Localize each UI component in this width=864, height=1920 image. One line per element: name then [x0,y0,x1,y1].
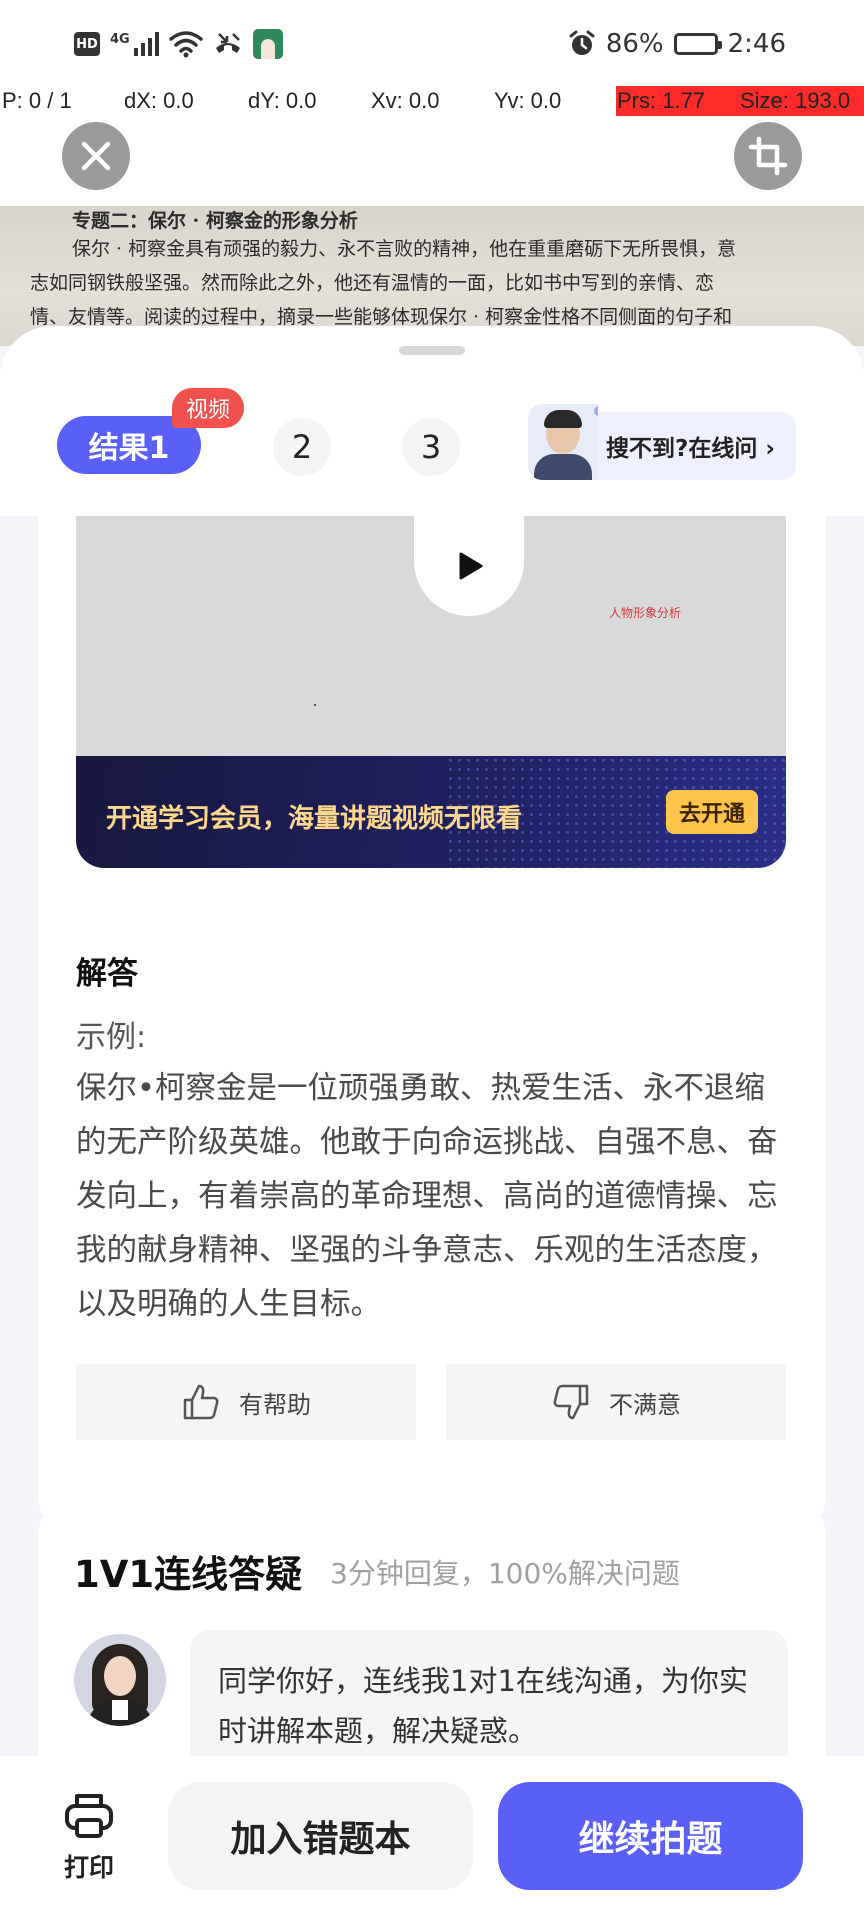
printer-icon [65,1794,113,1838]
unsatisfied-button[interactable]: 不满意 [446,1364,786,1440]
debug-pointer: P: 0 / 1 [2,88,72,113]
clock: 2:46 [727,29,786,59]
hd-icon: HD [74,32,100,56]
play-icon [459,552,483,580]
print-label: 打印 [63,1853,114,1882]
debug-dx: dX: 0.0 [124,88,194,113]
answer-body: 保尔•柯察金是一位顽强勇敢、热爱生活、永不退缩的无产阶级英雄。他敢于向命运挑战、… [76,1071,778,1322]
photo-line: 保尔 · 柯察金具有顽强的毅力、永不言败的精神，他在重重磨砺下无所畏惧，意 [72,238,737,260]
battery-icon [673,33,722,55]
video-badge: 视频 [172,388,245,428]
crop-button[interactable] [734,122,802,190]
debug-dy: dY: 0.0 [248,88,317,113]
signal-icon [133,32,159,56]
captured-photo: 专题二：保尔 · 柯察金的形象分析 保尔 · 柯察金具有顽强的毅力、永不言败的精… [0,206,864,346]
add-to-mistakes-button[interactable]: 加入错题本 [168,1782,473,1890]
debug-size: Size: 193.0 [740,88,851,113]
add-to-mistakes-label: 加入错题本 [230,1819,411,1860]
network-type: 4G [110,31,130,47]
battery-percent: 86% [605,29,664,59]
pointer-location-overlay: P: 0 / 1 dX: 0.0 dY: 0.0 Xv: 0.0 Yv: 0.0… [0,86,864,116]
status-left: HD 4G [74,26,283,62]
tab-label: 3 [420,428,442,466]
top-controls [0,116,864,208]
drag-handle[interactable] [399,346,465,355]
result-sheet: 结果1 视频 2 3 搜不到?在线问 › 人物形象分析 开通学习会员，海量讲题视… [0,326,864,1756]
thumbs-down-icon [553,1384,589,1420]
continue-label: 继续拍题 [578,1819,723,1860]
close-button[interactable] [62,122,130,190]
missed-call-icon [215,33,240,53]
status-right: 86% 2:46 [568,24,786,64]
helpful-label: 有帮助 [239,1390,311,1419]
answer-card: 人物形象分析 开通学习会员，海量讲题视频无限看 去开通 解答 示例: 保尔•柯察… [38,516,826,1526]
teacher-avatar [528,404,598,480]
bottom-action-bar: 打印 加入错题本 继续拍题 [0,1756,864,1920]
debug-yv: Yv: 0.0 [494,88,562,113]
tutor-message-bubble[interactable]: 同学你好，连线我1对1在线沟通，为你实时讲解本题，解决疑惑。 [190,1630,788,1756]
crop-icon [748,136,788,176]
video-player[interactable]: 人物形象分析 [76,516,786,786]
promo-text: 开通学习会员，海量讲题视频无限看 [106,804,523,834]
video-slide-label: 人物形象分析 [609,606,682,620]
tab-label: 2 [291,428,313,466]
thumbs-up-icon [183,1384,219,1420]
photo-line: 志如同钢铁般坚强。然而除此之外，他还有温情的一面，比如书中写到的亲情、恋 [30,272,715,294]
debug-prs: Prs: 1.77 [617,88,706,113]
tutoring-subtitle: 3分钟回复，100%解决问题 [330,1557,680,1590]
ask-online-button[interactable]: 搜不到?在线问 › [528,404,796,480]
membership-promo-banner[interactable]: 开通学习会员，海量讲题视频无限看 去开通 [76,756,786,868]
status-bar: HD 4G 86% 2:46 [0,0,864,88]
ask-online-label: 搜不到?在线问 › [606,436,775,462]
tutoring-title: 1V1连线答疑 [74,1553,303,1596]
continue-photo-search-button[interactable]: 继续拍题 [498,1782,803,1890]
play-button[interactable] [414,516,524,616]
unsatisfied-label: 不满意 [609,1390,681,1419]
chevron-right-icon: › [765,436,775,462]
sheet-header: 结果1 视频 2 3 搜不到?在线问 › [0,326,864,516]
photo-title: 专题二：保尔 · 柯察金的形象分析 [72,210,358,232]
print-button[interactable]: 打印 [58,1792,120,1884]
app-notification-icon [252,29,283,59]
helpful-button[interactable]: 有帮助 [76,1364,416,1440]
video-dot [314,704,316,706]
photo-line: 情、友情等。阅读的过程中，摘录一些能够体现保尔 · 柯察金性格不同侧面的句子和 [30,306,733,328]
tab-result-2[interactable]: 2 [273,418,331,476]
tutoring-card: 1V1连线答疑 3分钟回复，100%解决问题 同学你好，连线我1对1在线沟通，为… [38,1506,826,1756]
answer-prefix: 示例: [76,1020,147,1055]
promo-activate-button[interactable]: 去开通 [666,790,758,834]
tab-result-3[interactable]: 3 [402,418,460,476]
debug-xv: Xv: 0.0 [371,88,440,113]
close-icon [81,141,111,171]
alarm-icon [569,30,595,55]
wifi-icon [168,31,203,58]
tab-label: 结果1 [88,431,170,466]
tutor-avatar [74,1634,166,1726]
answer-title: 解答 [76,956,138,992]
